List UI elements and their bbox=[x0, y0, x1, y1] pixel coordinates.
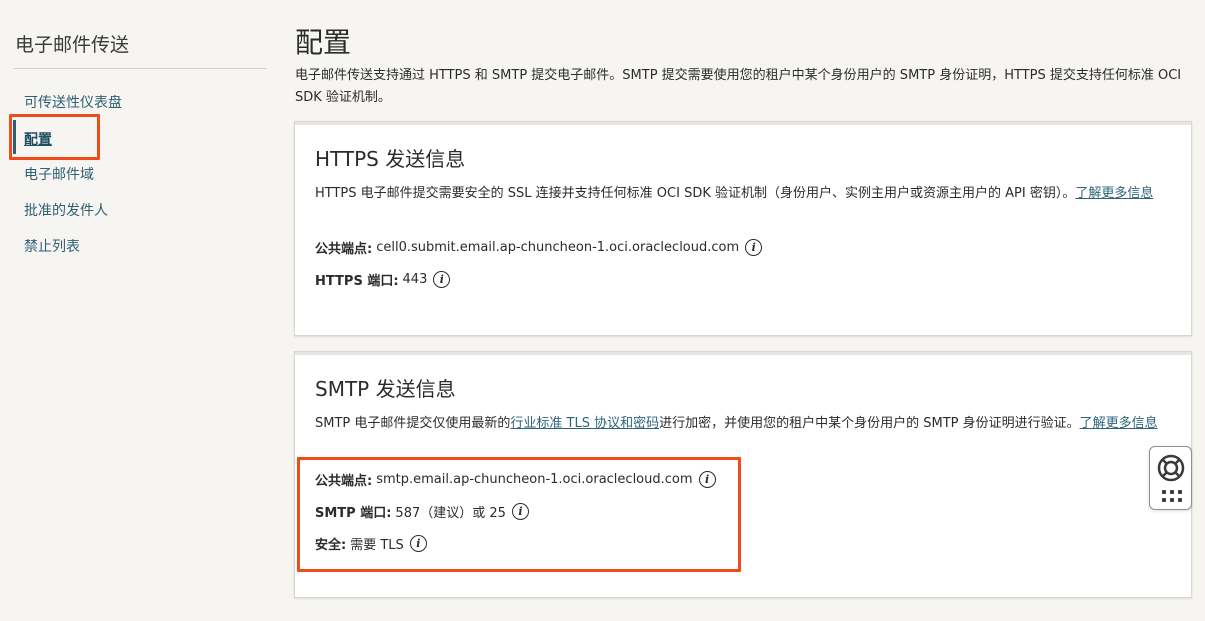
smtp-description-pre: SMTP 电子邮件提交仅使用最新的 bbox=[315, 416, 511, 431]
sidebar: 电子邮件传送 可传送性仪表盘 配置 电子邮件域 批准的发件人 禁止列表 bbox=[0, 0, 270, 621]
tls-protocols-link[interactable]: 行业标准 TLS 协议和密码 bbox=[510, 416, 659, 431]
sidebar-divider bbox=[14, 68, 267, 69]
smtp-endpoint-row: 公共端点: smtp.email.ap-chuncheon-1.oci.orac… bbox=[315, 470, 716, 489]
smtp-endpoint-value: smtp.email.ap-chuncheon-1.oci.oracleclou… bbox=[376, 472, 693, 487]
smtp-port-value: 587（建议）或 25 bbox=[395, 506, 506, 521]
smtp-learn-more-link[interactable]: 了解更多信息 bbox=[1080, 416, 1158, 431]
smtp-security-label: 安全: bbox=[315, 538, 347, 553]
https-learn-more-link[interactable]: 了解更多信息 bbox=[1075, 186, 1153, 201]
sidebar-item-approved-senders[interactable]: 批准的发件人 bbox=[24, 200, 108, 220]
page-title: 配置 bbox=[295, 26, 352, 59]
sidebar-item-configuration[interactable]: 配置 bbox=[24, 129, 52, 149]
https-port-row: HTTPS 端口: 443 i bbox=[315, 270, 451, 289]
https-endpoint-row: 公共端点: cell0.submit.email.ap-chuncheon-1.… bbox=[315, 238, 763, 257]
https-endpoint-value: cell0.submit.email.ap-chuncheon-1.oci.or… bbox=[376, 240, 740, 255]
info-icon[interactable]: i bbox=[698, 471, 716, 488]
lifebuoy-icon[interactable] bbox=[1157, 454, 1185, 482]
smtp-security-value: 需要 TLS bbox=[350, 538, 404, 553]
page: 电子邮件传送 可传送性仪表盘 配置 电子邮件域 批准的发件人 禁止列表 配置 电… bbox=[0, 0, 1205, 621]
smtp-description-post: 进行加密，并使用您的租户中某个身份用户的 SMTP 身份证明进行验证。 bbox=[659, 416, 1080, 431]
page-description: 电子邮件传送支持通过 HTTPS 和 SMTP 提交电子邮件。SMTP 提交需要… bbox=[295, 68, 1182, 105]
smtp-security-row: 安全: 需要 TLS i bbox=[315, 534, 427, 553]
sidebar-item-suppression-list[interactable]: 禁止列表 bbox=[24, 236, 80, 256]
https-port-label: HTTPS 端口: bbox=[315, 274, 399, 289]
nav-active-indicator bbox=[13, 120, 16, 154]
smtp-endpoint-label: 公共端点: bbox=[315, 474, 373, 489]
info-icon[interactable]: i bbox=[433, 271, 451, 288]
sidebar-item-email-domains[interactable]: 电子邮件域 bbox=[24, 164, 94, 184]
https-port-value: 443 bbox=[402, 272, 428, 287]
https-card-description: HTTPS 电子邮件提交需要安全的 SSL 连接并支持任何标准 OCI SDK … bbox=[315, 183, 1177, 204]
card-top-rule bbox=[295, 352, 1191, 355]
smtp-port-row: SMTP 端口: 587（建议）或 25 i bbox=[315, 502, 529, 521]
https-card-title: HTTPS 发送信息 bbox=[315, 147, 466, 171]
sidebar-title: 电子邮件传送 bbox=[15, 34, 130, 56]
smtp-card: SMTP 发送信息 SMTP 电子邮件提交仅使用最新的行业标准 TLS 协议和密… bbox=[294, 351, 1192, 598]
sidebar-item-deliverability-dashboard[interactable]: 可传送性仪表盘 bbox=[24, 92, 122, 112]
smtp-card-description: SMTP 电子邮件提交仅使用最新的行业标准 TLS 协议和密码进行加密，并使用您… bbox=[315, 413, 1177, 434]
smtp-card-title: SMTP 发送信息 bbox=[315, 377, 456, 401]
info-icon[interactable]: i bbox=[409, 535, 427, 552]
info-icon[interactable]: i bbox=[745, 239, 763, 256]
info-icon[interactable]: i bbox=[511, 503, 529, 520]
grid-dots-icon[interactable] bbox=[1162, 490, 1182, 502]
help-widget[interactable] bbox=[1149, 446, 1192, 510]
smtp-port-label: SMTP 端口: bbox=[315, 506, 392, 521]
https-card: HTTPS 发送信息 HTTPS 电子邮件提交需要安全的 SSL 连接并支持任何… bbox=[294, 121, 1192, 336]
https-description-text: HTTPS 电子邮件提交需要安全的 SSL 连接并支持任何标准 OCI SDK … bbox=[315, 186, 1076, 201]
https-endpoint-label: 公共端点: bbox=[315, 242, 373, 257]
card-top-rule bbox=[295, 122, 1191, 125]
